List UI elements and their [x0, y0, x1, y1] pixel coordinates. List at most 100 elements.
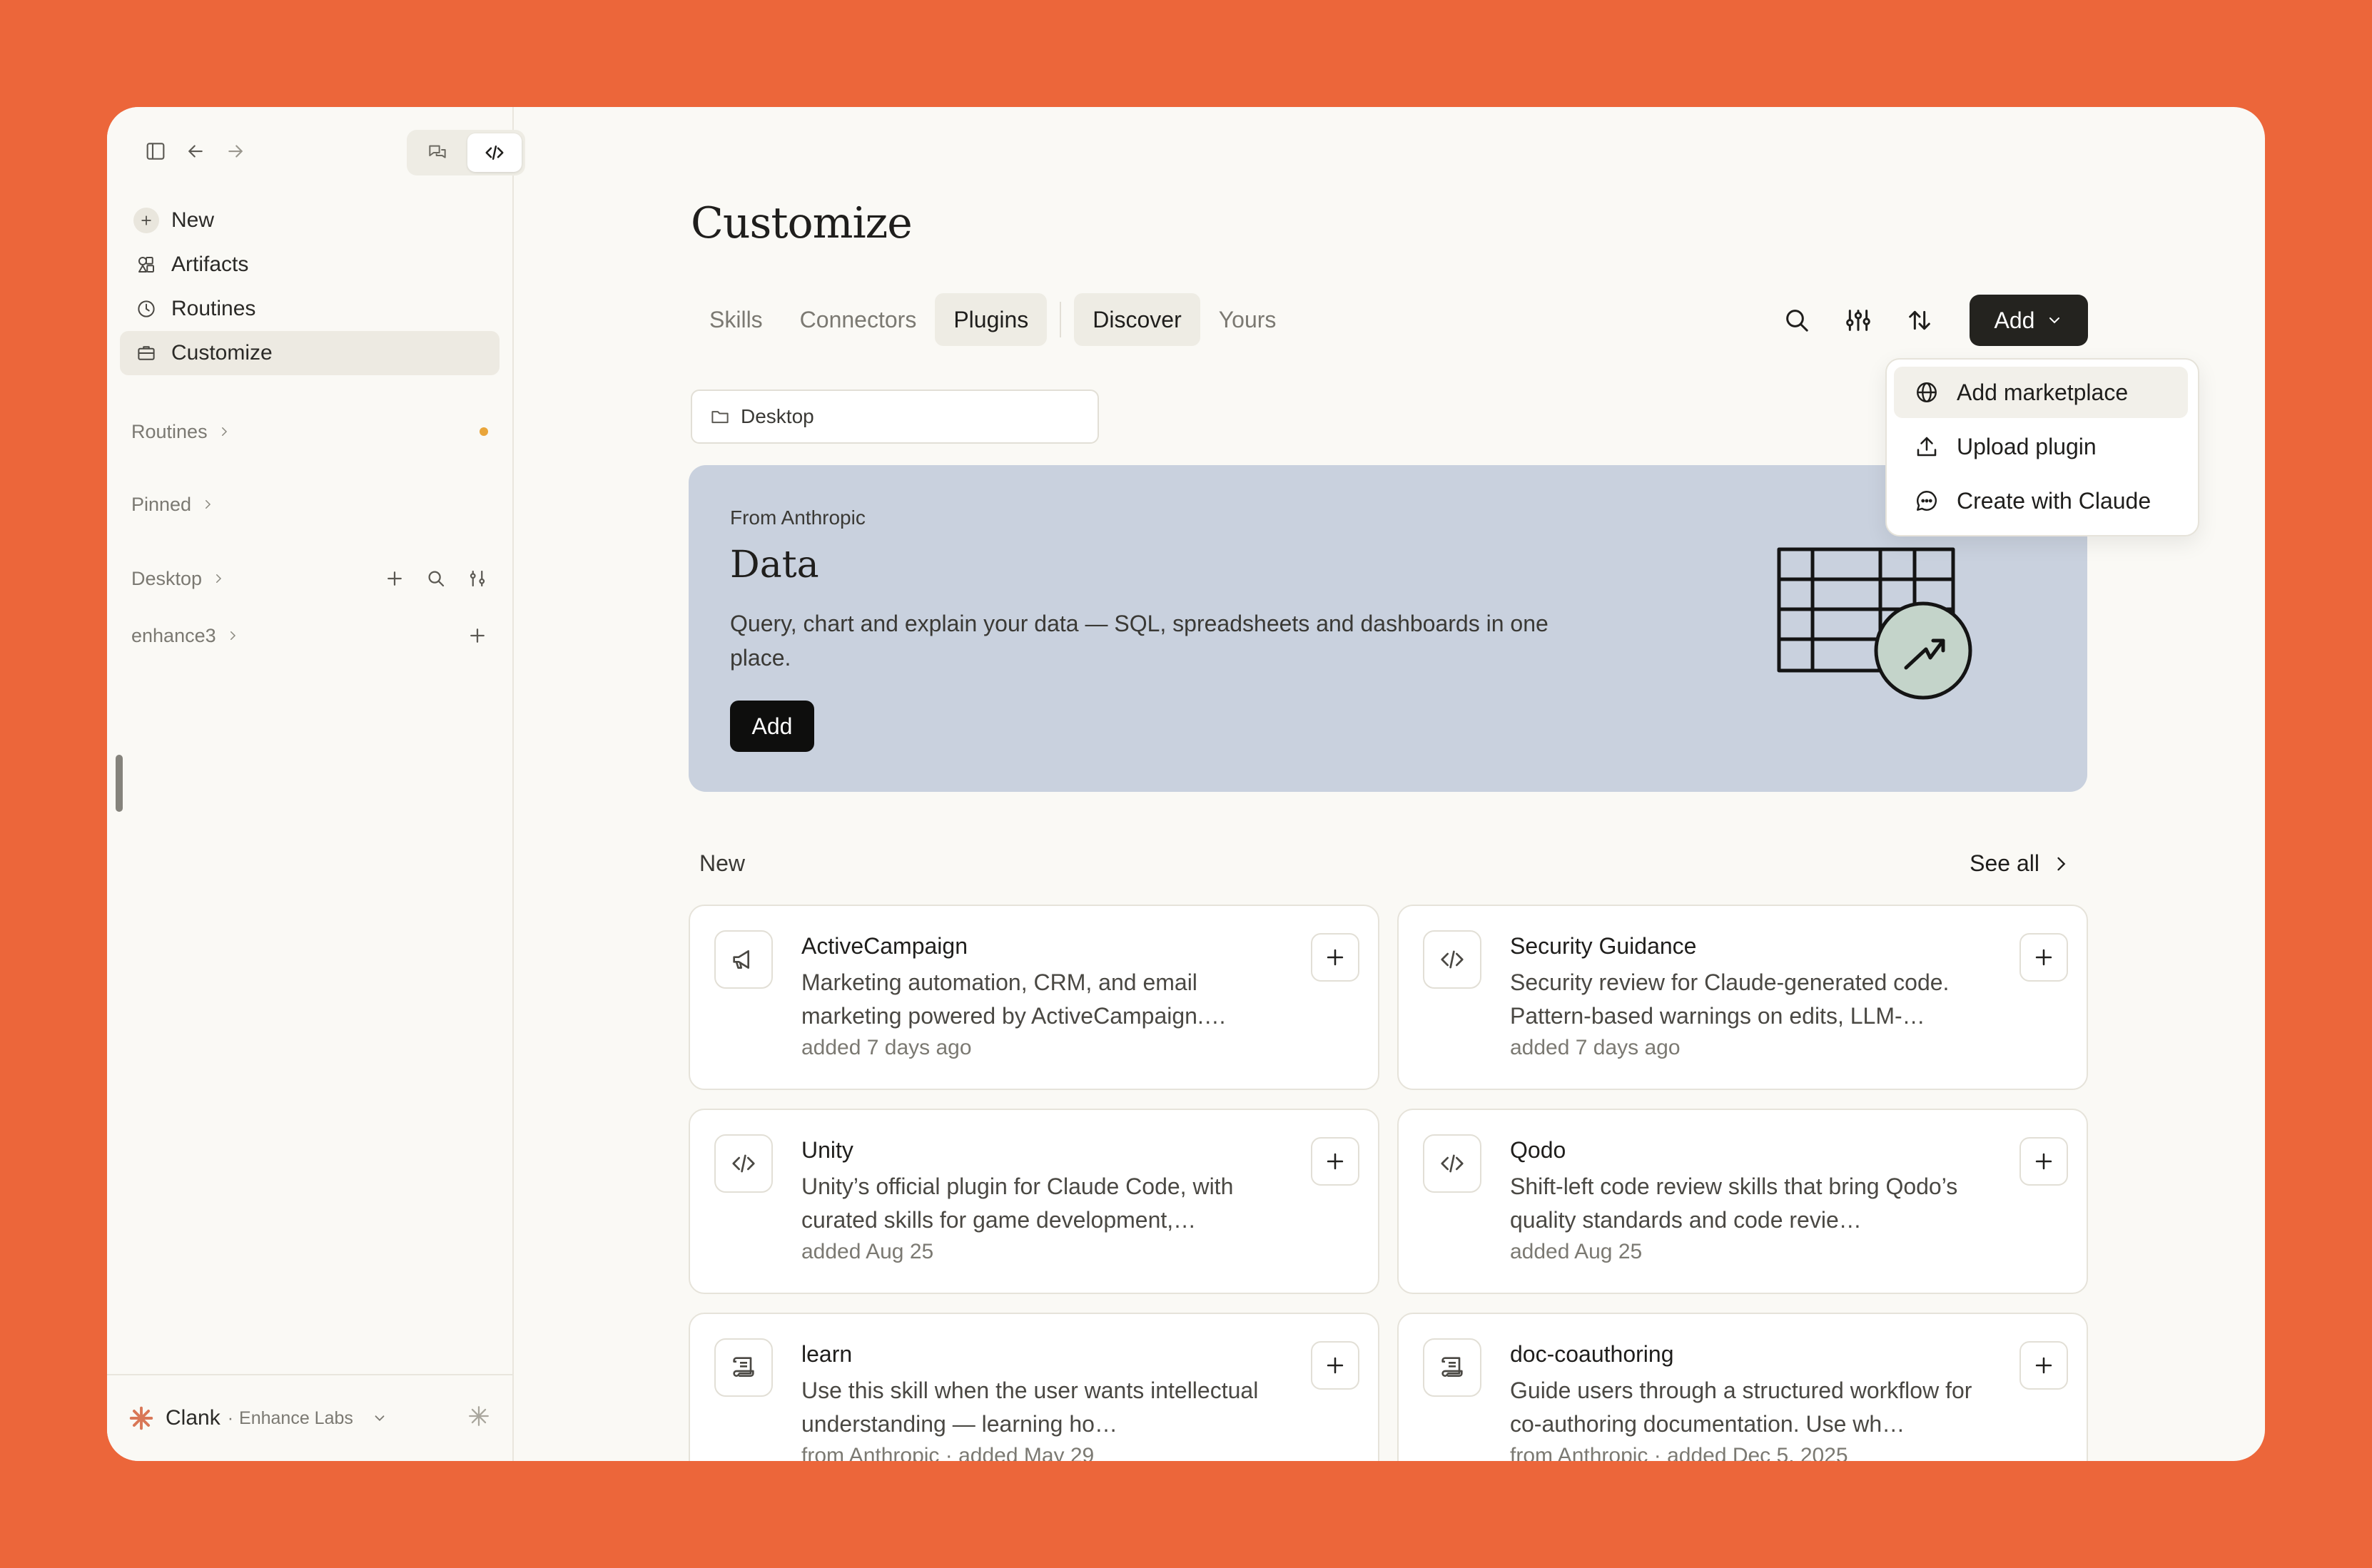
environment-value: Desktop	[741, 405, 814, 427]
plugin-description: Security review for Claude-generated cod…	[1510, 969, 1950, 1029]
plugin-card[interactable]: Qodo Shift-left code review skills that …	[1397, 1109, 2088, 1294]
menu-item-create-with-claude[interactable]: Create with Claude	[1894, 475, 2188, 526]
sort-icon[interactable]	[1894, 295, 1945, 346]
plugin-meta: added 7 days ago	[1510, 1036, 1681, 1059]
see-all-link[interactable]: See all	[1970, 850, 2071, 877]
install-plugin-button[interactable]	[2019, 933, 2068, 982]
app-window: New Artifacts Routines Customize Routine…	[107, 107, 2265, 1461]
section-desktop[interactable]: Desktop	[131, 561, 488, 596]
subtab-yours[interactable]: Yours	[1200, 293, 1295, 346]
add-icon[interactable]	[384, 568, 405, 589]
tab-bar: Skills Connectors Plugins Discover Yours	[691, 292, 1294, 347]
plugin-description: Unity’s official plugin for Claude Code,…	[801, 1174, 1234, 1233]
code-icon	[714, 1134, 773, 1193]
plugin-description: Guide users through a structured workflo…	[1510, 1378, 1972, 1437]
featured-plugin-banner: From Anthropic Data Query, chart and exp…	[689, 465, 2087, 792]
chevron-down-icon	[372, 1410, 387, 1426]
status-dot	[480, 427, 488, 436]
menu-item-upload-plugin[interactable]: Upload plugin	[1894, 421, 2188, 472]
plugin-meta: from Anthropic · added May 29	[801, 1444, 1095, 1461]
section-enhance3[interactable]: enhance3	[131, 618, 488, 653]
spreadsheet-chart-illustration	[1773, 544, 1980, 701]
globe-icon	[1914, 380, 1942, 405]
code-icon	[1423, 930, 1481, 989]
briefcase-icon	[133, 340, 160, 367]
environment-select[interactable]: Desktop	[691, 390, 1099, 444]
add-icon[interactable]	[467, 625, 488, 646]
scroll-icon	[714, 1338, 773, 1397]
featured-title: Data	[730, 544, 819, 586]
settings-sparkle-icon[interactable]	[467, 1404, 491, 1428]
featured-eyebrow: From Anthropic	[730, 506, 866, 529]
plugin-card[interactable]: Unity Unity’s official plugin for Claude…	[689, 1109, 1379, 1294]
account-switcher[interactable]: Clank · Enhance Labs	[128, 1397, 387, 1440]
sidebar-item-artifacts[interactable]: Artifacts	[120, 243, 500, 287]
chevron-right-icon	[212, 572, 225, 585]
section-routines[interactable]: Routines	[131, 414, 488, 449]
tab-skills[interactable]: Skills	[691, 293, 781, 346]
megaphone-icon	[714, 930, 773, 989]
add-button-label: Add	[1994, 307, 2035, 333]
plugin-meta: added 7 days ago	[801, 1036, 972, 1059]
plugin-card[interactable]: ActiveCampaign Marketing automation, CRM…	[689, 905, 1379, 1090]
subtab-discover[interactable]: Discover	[1074, 293, 1200, 346]
plugin-meta: added Aug 25	[1510, 1240, 1643, 1263]
forward-arrow-icon[interactable]	[211, 127, 260, 175]
scroll-icon	[1423, 1338, 1481, 1397]
section-pinned[interactable]: Pinned	[131, 487, 488, 522]
plugin-card[interactable]: learn Use this skill when the user wants…	[689, 1313, 1379, 1461]
plugin-description: Marketing automation, CRM, and email mar…	[801, 969, 1227, 1029]
plugin-name: learn	[801, 1341, 853, 1367]
sidebar-item-label: New	[171, 208, 215, 232]
chevron-down-icon	[2046, 312, 2063, 329]
clock-icon	[133, 295, 160, 322]
plugin-name: doc-coauthoring	[1510, 1341, 1674, 1367]
section-label: Pinned	[131, 493, 192, 515]
plugin-meta: from Anthropic · added Dec 5, 2025	[1510, 1444, 1848, 1461]
sidebar: New Artifacts Routines Customize Routine…	[107, 107, 525, 1461]
sidebar-footer: Clank · Enhance Labs	[107, 1374, 512, 1461]
filter-sliders-icon[interactable]	[1833, 295, 1884, 346]
page-title: Customize	[691, 198, 913, 248]
search-icon[interactable]	[425, 568, 447, 589]
install-plugin-button[interactable]	[2019, 1341, 2068, 1390]
sidebar-toolbar	[131, 127, 525, 175]
install-plugin-button[interactable]	[2019, 1137, 2068, 1186]
menu-item-add-marketplace[interactable]: Add marketplace	[1894, 367, 2188, 418]
search-icon[interactable]	[1771, 295, 1823, 346]
org-name: Enhance Labs	[239, 1407, 353, 1428]
plus-icon	[133, 207, 160, 234]
tab-connectors[interactable]: Connectors	[781, 293, 936, 346]
main-content: Customize Skills Connectors Plugins Disc…	[512, 107, 2265, 1461]
user-name: Clank	[166, 1406, 221, 1430]
sidebar-item-routines[interactable]: Routines	[120, 287, 500, 331]
code-icon	[1423, 1134, 1481, 1193]
sidebar-item-label: Customize	[171, 341, 273, 365]
install-plugin-button[interactable]	[1311, 933, 1359, 982]
tab-plugins[interactable]: Plugins	[935, 293, 1048, 346]
toolbar: Add	[1771, 295, 2088, 346]
featured-description: Query, chart and explain your data — SQL…	[730, 611, 1549, 671]
sidebar-item-new[interactable]: New	[120, 198, 500, 243]
chevron-right-icon	[226, 629, 239, 642]
menu-item-label: Create with Claude	[1957, 487, 2151, 514]
featured-add-button[interactable]: Add	[730, 701, 814, 752]
plugin-card[interactable]: Security Guidance Security review for Cl…	[1397, 905, 2088, 1090]
plugin-card[interactable]: doc-coauthoring Guide users through a st…	[1397, 1313, 2088, 1461]
install-plugin-button[interactable]	[1311, 1341, 1359, 1390]
install-plugin-button[interactable]	[1311, 1137, 1359, 1186]
add-dropdown-button[interactable]: Add	[1970, 295, 2088, 346]
chat-bubble-icon	[1914, 488, 1942, 514]
sidebar-item-customize[interactable]: Customize	[120, 331, 500, 375]
tab-divider	[1060, 302, 1062, 337]
chat-mode-icon[interactable]	[410, 133, 465, 172]
plugin-name: Unity	[801, 1137, 853, 1163]
org-separator: ·	[227, 1407, 234, 1428]
sidebar-resize-handle[interactable]	[116, 755, 123, 812]
add-menu: Add marketplace Upload plugin Create wit…	[1885, 358, 2199, 536]
mode-toggle	[407, 130, 525, 175]
filter-icon[interactable]	[467, 568, 488, 589]
chevron-right-icon	[218, 425, 230, 438]
menu-item-label: Upload plugin	[1957, 433, 2097, 459]
plugin-description: Use this skill when the user wants intel…	[801, 1378, 1259, 1437]
